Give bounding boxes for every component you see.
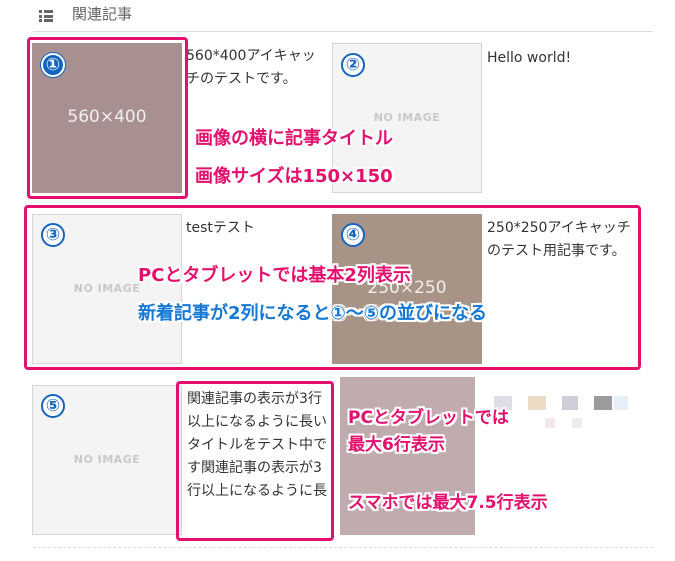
highlight-box-article-1 [27,37,188,199]
no-image-label: NO IMAGE [373,111,441,124]
badge-number-5: ⑤ [41,394,65,418]
article-title-2[interactable]: Hello world! [487,47,637,70]
highlight-box-second-row [24,205,641,370]
blurred-pixel [614,396,628,410]
annotation-smartphone: スマホでは最大7.5行表示 [348,493,548,513]
blurred-pixel [562,396,578,410]
blurred-pixel [528,396,546,410]
no-image-label: NO IMAGE [73,453,141,466]
heading-divider [33,31,653,32]
list-icon [39,10,53,22]
annotation-title-beside-image: 画像の横に記事タイトル [195,128,393,149]
blurred-pixel [594,396,612,410]
annotation-max-6-lines: 最大6行表示 [348,435,445,455]
article-title-1[interactable]: 560*400アイキャッチのテストです。 [186,45,324,91]
blurred-pixel [545,418,555,428]
highlight-box-title-5 [176,381,334,541]
annotation-order: 新着記事が2列になると①～⑤の並びになる [138,303,488,324]
related-articles-heading: 関連記事 [72,5,133,23]
annotation-two-column: PCとタブレットでは基本2列表示 [138,265,411,286]
section-bottom-divider [33,547,653,548]
blurred-pixel [572,418,582,428]
badge-number-2: ② [341,53,365,77]
annotation-image-size: 画像サイズは150×150 [195,166,393,187]
annotation-pc-tablet: PCとタブレットでは [348,408,509,428]
